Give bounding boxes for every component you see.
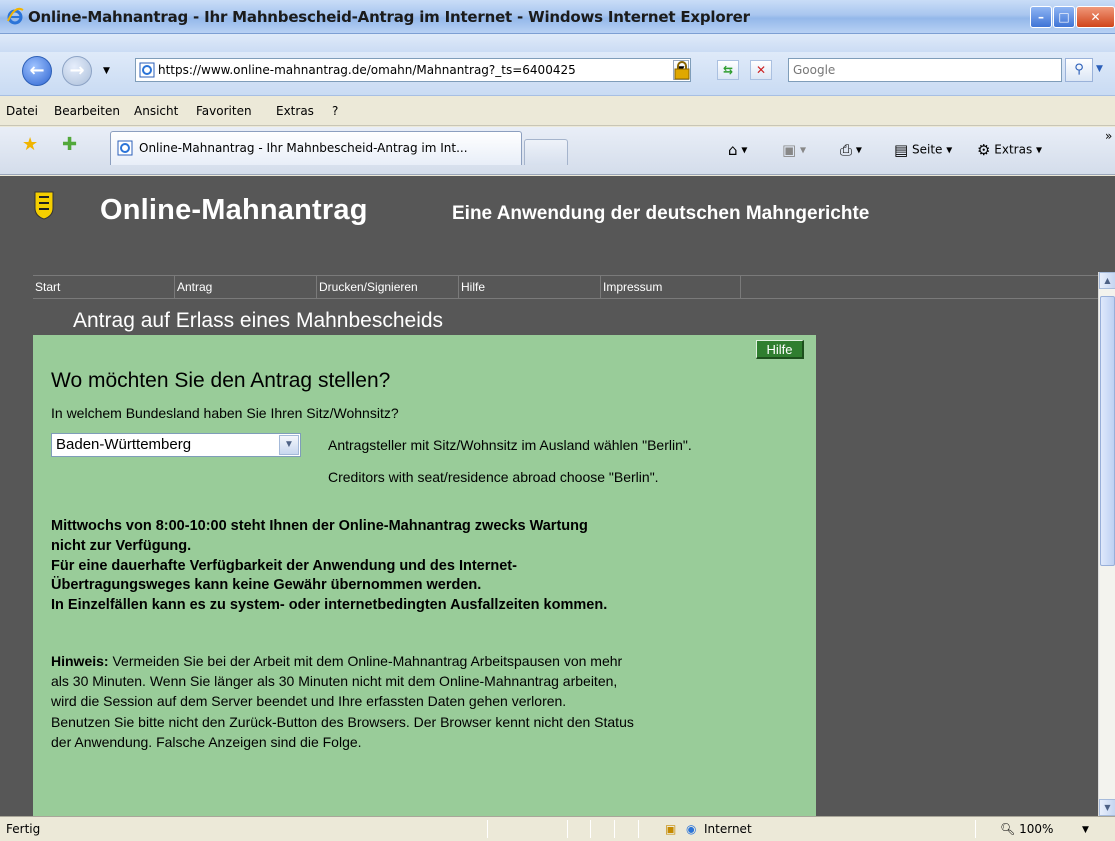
- menu-favoriten[interactable]: Favoriten: [196, 104, 252, 118]
- address-input[interactable]: https://www.online-mahnantrag.de/omahn/M…: [135, 58, 691, 82]
- favorites-center-icon[interactable]: ★: [22, 136, 38, 154]
- add-favorite-icon[interactable]: ✚: [62, 136, 77, 154]
- page-icon-small: ▤: [894, 141, 909, 159]
- tab-title: Online-Mahnantrag - Ihr Mahnbescheid-Ant…: [139, 141, 468, 155]
- history-dropdown-icon[interactable]: ▼: [103, 66, 110, 76]
- site-slogan: Eine Anwendung der deutschen Mahngericht…: [452, 203, 870, 224]
- nav-hilfe[interactable]: Hilfe: [459, 276, 601, 298]
- zoom-value: 100%: [1019, 822, 1054, 836]
- page-menu-label: Seite: [912, 142, 943, 157]
- scroll-up-icon[interactable]: ▲: [1099, 272, 1115, 289]
- menu-bar: Datei Bearbeiten Ansicht Favoriten Extra…: [0, 96, 1115, 126]
- search-input[interactable]: Google: [788, 58, 1062, 82]
- globe-icon: ◉: [686, 822, 697, 836]
- status-text: Fertig: [6, 822, 41, 836]
- hint-label: Hinweis:: [51, 653, 109, 669]
- zoom-level[interactable]: 🔍︎ 100%: [1000, 822, 1053, 836]
- form-panel: Hilfe Wo möchten Sie den Antrag stellen?…: [33, 335, 816, 816]
- hint-line: wird die Session auf dem Server beendet …: [51, 693, 567, 709]
- tools-menu-label: Extras: [994, 142, 1033, 157]
- title-bar: Online-Mahnantrag - Ihr Mahnbescheid-Ant…: [0, 0, 1115, 34]
- hint-line: Benutzen Sie bitte nicht den Zurück-Butt…: [51, 714, 634, 730]
- gear-icon: ⚙: [977, 141, 991, 159]
- search-icon[interactable]: ⚲: [1065, 58, 1093, 82]
- maximize-button[interactable]: □: [1053, 6, 1075, 28]
- form-heading: Wo möchten Sie den Antrag stellen?: [51, 369, 391, 392]
- page-icon: [139, 62, 155, 78]
- menu-extras[interactable]: Extras: [276, 104, 314, 118]
- scrollbar-gap: [1098, 176, 1115, 272]
- coat-of-arms-logo: [34, 191, 54, 220]
- maintenance-line: Mittwochs von 8:00-10:00 steht Ihnen der…: [51, 518, 588, 534]
- page-viewport: Online-Mahnantrag Eine Anwendung der deu…: [0, 176, 1098, 816]
- nav-drucken-signieren[interactable]: Drucken/Signieren: [317, 276, 459, 298]
- state-question: In welchem Bundesland haben Sie Ihren Si…: [51, 405, 399, 421]
- maintenance-line: Übertragungsweges kann keine Gewähr über…: [51, 577, 482, 593]
- page-heading: Antrag auf Erlass eines Mahnbescheids: [73, 309, 444, 332]
- state-select-value: Baden-Württemberg: [56, 436, 192, 453]
- ie-logo-icon: [7, 7, 24, 25]
- scroll-thumb[interactable]: [1100, 296, 1115, 566]
- zoom-dropdown-icon[interactable]: ▼: [1082, 825, 1089, 835]
- nav-antrag[interactable]: Antrag: [175, 276, 317, 298]
- maintenance-line: nicht zur Verfügung.: [51, 538, 192, 554]
- home-icon[interactable]: ⌂ ▾: [728, 141, 747, 159]
- feeds-icon[interactable]: ▣ ▾: [782, 141, 806, 159]
- close-button[interactable]: ✕: [1076, 6, 1115, 28]
- tools-menu-button[interactable]: ⚙ Extras ▾: [977, 141, 1042, 159]
- chevron-down-icon[interactable]: ▼: [279, 435, 299, 455]
- security-zone[interactable]: Internet: [704, 822, 752, 836]
- page-menu-button[interactable]: ▤ Seite ▾: [894, 141, 952, 159]
- menu-datei[interactable]: Datei: [6, 104, 38, 118]
- site-navigation: Start Antrag Drucken/Signieren Hilfe Imp…: [33, 275, 1098, 299]
- address-toolbar: ← → ▼ https://www.online-mahnantrag.de/o…: [0, 34, 1115, 96]
- minimize-button[interactable]: –: [1030, 6, 1052, 28]
- menu-ansicht[interactable]: Ansicht: [134, 104, 178, 118]
- tab-page-icon: [117, 140, 133, 156]
- protected-mode-icon[interactable]: ▣: [665, 822, 676, 836]
- maintenance-line: In Einzelfällen kann es zu system- oder …: [51, 597, 608, 613]
- state-select[interactable]: Baden-Württemberg ▼: [51, 433, 301, 457]
- tab-online-mahnantrag[interactable]: Online-Mahnantrag - Ihr Mahnbescheid-Ant…: [110, 131, 522, 165]
- tab-bar: ★ ✚ Online-Mahnantrag - Ihr Mahnbescheid…: [0, 127, 1115, 175]
- hint-line: als 30 Minuten. Wenn Sie länger als 30 M…: [51, 673, 618, 689]
- status-bar: Fertig ▣ ◉ Internet 🔍︎ 100% ▼: [0, 816, 1115, 841]
- more-chevron-icon[interactable]: »: [1105, 129, 1112, 143]
- refresh-button[interactable]: ⇆: [717, 60, 739, 80]
- print-icon[interactable]: ⎙ ▾: [840, 141, 862, 159]
- abroad-note-en: Creditors with seat/residence abroad cho…: [328, 469, 659, 485]
- lock-icon[interactable]: [671, 59, 693, 81]
- menu-bearbeiten[interactable]: Bearbeiten: [54, 104, 120, 118]
- site-brand: Online-Mahnantrag: [100, 194, 368, 226]
- nav-start[interactable]: Start: [33, 276, 175, 298]
- stop-button[interactable]: ✕: [750, 60, 772, 80]
- abroad-note-de: Antragsteller mit Sitz/Wohnsitz im Ausla…: [328, 437, 692, 453]
- help-button[interactable]: Hilfe: [756, 340, 804, 359]
- maintenance-line: Für eine dauerhafte Verfügbarkeit der An…: [51, 558, 517, 574]
- hint-line: der Anwendung. Falsche Anzeigen sind die…: [51, 734, 362, 750]
- address-url: https://www.online-mahnantrag.de/omahn/M…: [158, 63, 576, 77]
- scroll-down-icon[interactable]: ▼: [1099, 799, 1115, 816]
- menu-help[interactable]: ?: [332, 104, 338, 118]
- back-button[interactable]: ←: [22, 56, 52, 86]
- new-tab-button[interactable]: [524, 139, 568, 165]
- vertical-scrollbar[interactable]: ▲ ▼: [1098, 272, 1115, 816]
- search-options-icon[interactable]: ▼: [1096, 64, 1103, 74]
- forward-button[interactable]: →: [62, 56, 92, 86]
- hint-line: Hinweis: Vermeiden Sie bei der Arbeit mi…: [51, 653, 622, 669]
- search-placeholder: Google: [793, 63, 836, 77]
- hint-first-text: Vermeiden Sie bei der Arbeit mit dem Onl…: [108, 653, 623, 669]
- nav-impressum[interactable]: Impressum: [601, 276, 741, 298]
- window-title: Online-Mahnantrag - Ihr Mahnbescheid-Ant…: [28, 8, 750, 26]
